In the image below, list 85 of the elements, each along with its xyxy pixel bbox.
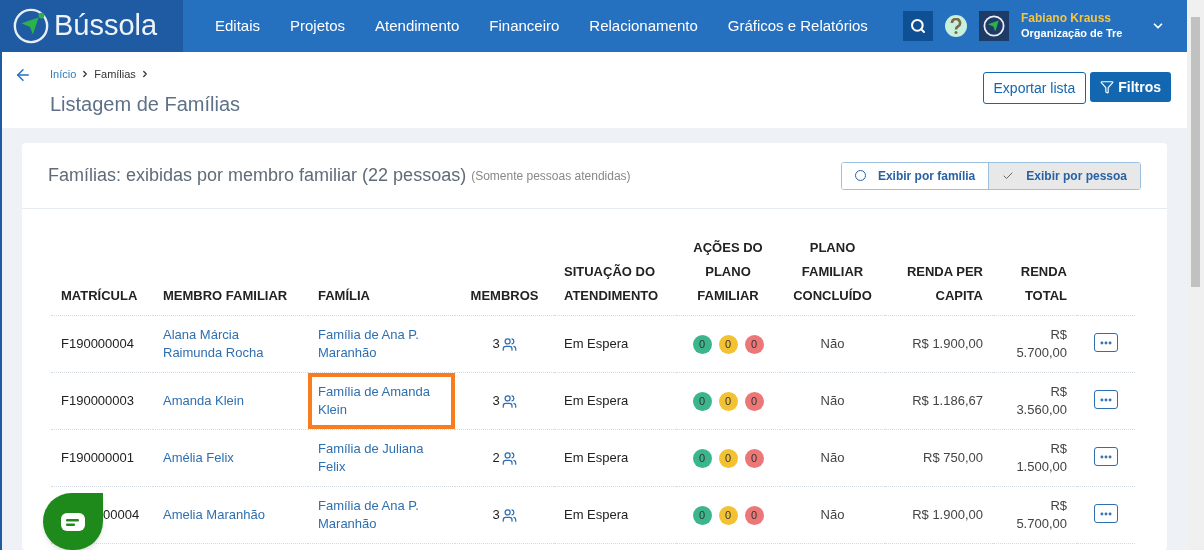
member-link[interactable]: Amanda Klein [163, 392, 298, 410]
people-icon [501, 507, 517, 523]
count-badge: 0 [718, 505, 738, 525]
table-cell: Em Espera [564, 507, 629, 523]
table-cell: R$ 750,00 [923, 450, 983, 466]
count-badge: 0 [744, 448, 764, 468]
card-note: (Somente pessoas atendidas) [471, 167, 631, 185]
breadcrumb-item: Famílias [94, 67, 136, 82]
table-cell: Não [820, 507, 845, 523]
table-cell-text: R$ 3.560,00 [1015, 382, 1067, 419]
people-icon [501, 450, 517, 466]
count-badge: 0 [718, 391, 738, 411]
nav-link[interactable]: Relacionamento [589, 14, 698, 38]
more-button[interactable] [1094, 447, 1118, 466]
table-cell-text: 00004 [103, 506, 140, 525]
more-button[interactable] [1094, 390, 1118, 409]
more-button[interactable] [1094, 333, 1118, 352]
help-icon[interactable] [945, 15, 967, 37]
people-icon [501, 393, 517, 409]
member-link[interactable]: Amélia Felix [163, 449, 298, 467]
count-badge: 0 [718, 334, 738, 354]
chat-bubble-icon [61, 512, 85, 531]
view-toggle[interactable]: Exibir por pessoa [988, 162, 1140, 189]
search-icon [910, 18, 926, 34]
export-button[interactable]: Exportar lista [982, 72, 1087, 104]
people-icon [501, 336, 517, 352]
table-cell: Em Espera [564, 393, 629, 409]
nav-link[interactable]: Projetos [290, 14, 346, 38]
column-header: MATRÍCULA [61, 288, 138, 303]
card-title: Famílias: exibidas por membro familiar (22 pessoas) [48, 164, 467, 187]
count-badge: 0 [692, 334, 712, 354]
more-button[interactable] [1094, 504, 1118, 523]
family-link[interactable]: Família de Amanda Klein [318, 383, 445, 419]
search-button[interactable] [903, 11, 933, 41]
user-organization: Organização de Tre [1021, 26, 1124, 41]
column-header: AÇÕES DO PLANO FAMILIAR [693, 240, 763, 303]
table-cell: Não [820, 336, 845, 352]
count-badge: 0 [718, 448, 738, 468]
page-title: Listagem de Famílias [50, 91, 241, 117]
column-header: FAMÍLIA [318, 288, 370, 303]
column-header: MEMBROS [470, 288, 539, 303]
family-link[interactable]: Família de Juliana Felix [318, 440, 445, 476]
table-cell: Em Espera [564, 336, 629, 352]
table-cell-text: 3 [492, 392, 500, 411]
table-cell: Em Espera [564, 450, 629, 466]
count-badge: 0 [744, 391, 764, 411]
column-header: RENDA PER CAPITA [906, 264, 983, 303]
member-link[interactable]: Amelia Maranhão [163, 506, 298, 524]
nav-link[interactable]: Gráficos e Relatórios [727, 14, 868, 38]
brand-name: Bússola [54, 8, 158, 44]
table-cell-text: R$ 5.700,00 [1015, 496, 1067, 533]
filter-icon [1100, 80, 1115, 94]
compass-logo-icon [12, 7, 50, 45]
filters-button[interactable]: Filtros [1090, 72, 1171, 102]
table-cell: R$ 1.900,00 [912, 336, 983, 352]
table-cell-text: R$ 5.700,00 [1015, 325, 1067, 362]
table-cell-text: F190000003 [61, 392, 134, 411]
nav-link[interactable]: Financeiro [489, 14, 560, 38]
table-cell: Não [820, 450, 845, 466]
table-cell-text: 3 [492, 506, 500, 525]
table-cell: R$ 1.900,00 [912, 507, 983, 523]
avatar[interactable] [979, 11, 1009, 41]
nav-link[interactable]: Editais [215, 14, 261, 38]
user-name: Fabiano Krauss [1021, 11, 1113, 26]
count-badge: 0 [692, 505, 712, 525]
table-cell-text: F190000004 [61, 335, 134, 354]
nav-link[interactable]: Atendimento [375, 14, 460, 38]
count-badge: 0 [744, 334, 764, 354]
count-badge: 0 [744, 505, 764, 525]
column-header: RENDA TOTAL [1020, 264, 1067, 303]
table-cell: R$ 1.186,67 [912, 393, 983, 409]
table-cell-text: 3 [492, 335, 500, 354]
breadcrumb-link[interactable]: Início [50, 66, 77, 83]
family-link[interactable]: Família de Ana P. Maranhão [318, 497, 445, 533]
table-cell-text: R$ 1.500,00 [1015, 439, 1067, 476]
table-cell: Não [820, 393, 845, 409]
count-badge: 0 [692, 448, 712, 468]
family-link[interactable]: Família de Ana P. Maranhão [318, 326, 445, 362]
column-header: PLANO FAMILIAR CONCLUÍDO [793, 240, 872, 303]
column-header: SITUAÇÃO DO ATENDIMENTO [564, 264, 659, 303]
table-cell-text: 2 [492, 449, 500, 468]
count-badge: 0 [692, 391, 712, 411]
column-header: MEMBRO FAMILIAR [163, 288, 288, 303]
member-link[interactable]: Alana Márcia Raimunda Rocha [163, 326, 298, 362]
table-cell-text: F190000001 [61, 449, 134, 468]
